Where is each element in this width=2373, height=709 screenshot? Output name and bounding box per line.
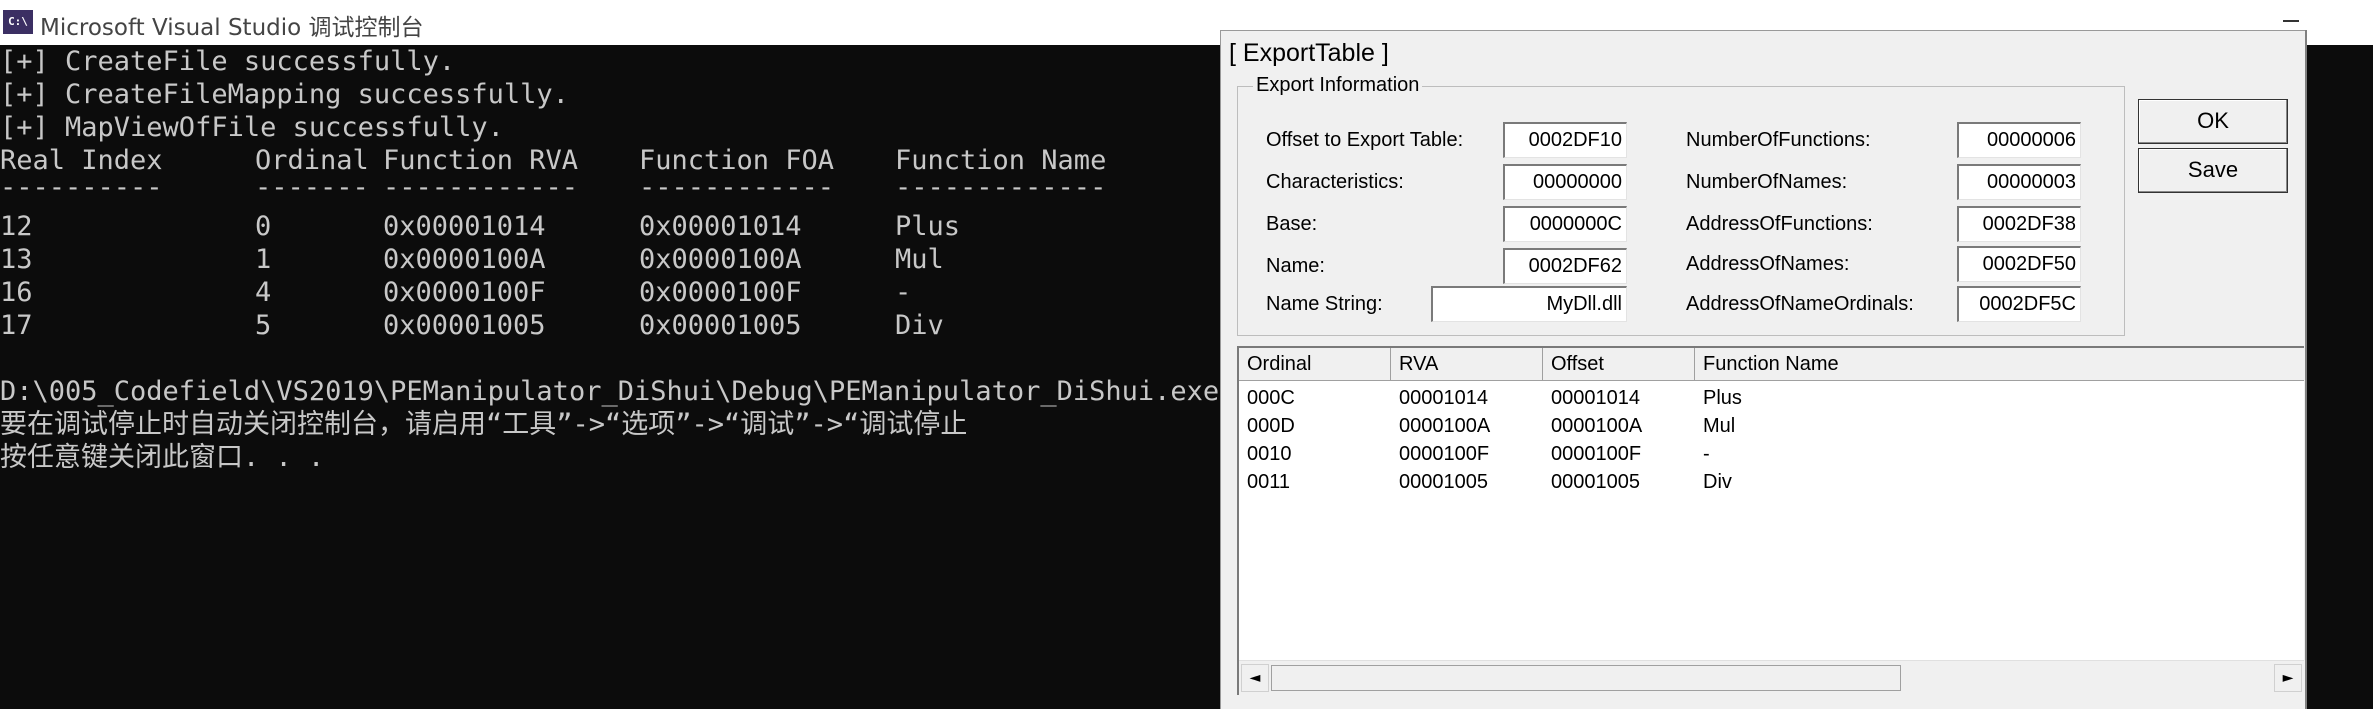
console-table-cell: 0 bbox=[255, 211, 272, 242]
console-table-cell: 0x00001014 bbox=[639, 211, 802, 242]
console-table-cell: 5 bbox=[255, 310, 272, 341]
list-cell: 000C bbox=[1247, 387, 1295, 409]
console-line: [+] CreateFile successfully. bbox=[0, 46, 456, 77]
console-table-cell: 0x00001005 bbox=[639, 310, 802, 341]
horizontal-scrollbar[interactable]: ◄ ► bbox=[1239, 660, 2304, 695]
console-table-cell: 1 bbox=[255, 244, 272, 275]
console-table-separator: ------------ bbox=[383, 172, 579, 203]
number-of-functions-label: NumberOfFunctions: bbox=[1686, 129, 1871, 151]
export-information-group: Export Information Offset to Export Tabl… bbox=[1237, 74, 2125, 336]
list-cell: 0000100A bbox=[1399, 415, 1491, 437]
console-table-cell: 12 bbox=[0, 211, 33, 242]
list-header: Ordinal RVA Offset Function Name bbox=[1239, 348, 2304, 381]
console-table-separator: ------- bbox=[255, 172, 369, 203]
group-label: Export Information bbox=[1253, 74, 1423, 97]
address-of-name-ordinals-field[interactable]: 0002DF5C bbox=[1957, 286, 2081, 322]
offset-to-export-table-field[interactable]: 0002DF10 bbox=[1503, 122, 1627, 158]
console-press-key: 按任意键关闭此窗口. . . bbox=[0, 442, 325, 473]
list-cell: 00001014 bbox=[1551, 387, 1640, 409]
console-table-cell: 17 bbox=[0, 310, 33, 341]
base-field[interactable]: 0000000C bbox=[1503, 206, 1627, 242]
console-table-cell: 0x0000100A bbox=[639, 244, 802, 275]
console-table-cell: 0x0000100A bbox=[383, 244, 546, 275]
console-table-cell: 0x00001005 bbox=[383, 310, 546, 341]
console-table-cell: 0x0000100F bbox=[383, 277, 546, 308]
console-table-cell: 0x0000100F bbox=[639, 277, 802, 308]
console-line: [+] CreateFileMapping successfully. bbox=[0, 79, 569, 110]
offset-to-export-table-label: Offset to Export Table: bbox=[1266, 129, 1464, 151]
scroll-left-icon[interactable]: ◄ bbox=[1241, 664, 1269, 692]
console-window-title: Microsoft Visual Studio 调试控制台 bbox=[40, 15, 424, 41]
dialog-right-border bbox=[2305, 30, 2307, 709]
list-cell: 00001005 bbox=[1399, 471, 1488, 493]
list-cell: 000D bbox=[1247, 415, 1295, 437]
dialog-title: [ ExportTable ] bbox=[1229, 39, 1389, 67]
ok-button[interactable]: OK bbox=[2138, 99, 2288, 144]
name-string-label: Name String: bbox=[1266, 293, 1383, 315]
save-button[interactable]: Save bbox=[2138, 148, 2288, 193]
list-cell: 0000100F bbox=[1399, 443, 1490, 465]
console-table-cell: Mul bbox=[895, 244, 944, 275]
console-auto-close-hint: 要在调试停止时自动关闭控制台，请启用“工具”->“选项”->“调试”->“调试停… bbox=[0, 409, 968, 440]
address-of-name-ordinals-label: AddressOfNameOrdinals: bbox=[1686, 293, 1914, 315]
scroll-thumb[interactable] bbox=[1271, 665, 1901, 691]
console-table-cell: 4 bbox=[255, 277, 272, 308]
address-of-functions-label: AddressOfFunctions: bbox=[1686, 213, 1873, 235]
column-header-function-name[interactable]: Function Name bbox=[1695, 348, 2304, 380]
column-header-ordinal[interactable]: Ordinal bbox=[1239, 348, 1391, 380]
column-header-offset[interactable]: Offset bbox=[1543, 348, 1695, 380]
list-cell: 0011 bbox=[1247, 471, 1291, 493]
console-table-cell: Plus bbox=[895, 211, 961, 242]
console-table-separator: ---------- bbox=[0, 172, 163, 203]
console-table-separator: ------------- bbox=[895, 172, 1107, 203]
characteristics-field[interactable]: 00000000 bbox=[1503, 164, 1627, 200]
name-label: Name: bbox=[1266, 255, 1325, 277]
name-string-field[interactable]: MyDll.dll bbox=[1431, 286, 1627, 322]
export-function-list[interactable]: Ordinal RVA Offset Function Name 000C 00… bbox=[1237, 346, 2304, 695]
list-cell: Plus bbox=[1703, 387, 1742, 409]
name-field[interactable]: 0002DF62 bbox=[1503, 248, 1627, 284]
characteristics-label: Characteristics: bbox=[1266, 171, 1404, 193]
number-of-names-field[interactable]: 00000003 bbox=[1957, 164, 2081, 200]
console-line: [+] MapViewOfFile successfully. bbox=[0, 112, 504, 143]
console-table-cell: - bbox=[895, 277, 912, 308]
console-table-separator: ------------ bbox=[639, 172, 835, 203]
console-exit-path: D:\005_Codefield\VS2019\PEManipulator_Di… bbox=[0, 376, 1220, 407]
list-cell: 0000100A bbox=[1551, 415, 1643, 437]
number-of-functions-field[interactable]: 00000006 bbox=[1957, 122, 2081, 158]
export-table-dialog: [ ExportTable ] Export Information Offse… bbox=[1220, 30, 2305, 709]
list-cell: - bbox=[1703, 443, 1710, 465]
list-cell: 0000100F bbox=[1551, 443, 1642, 465]
list-cell: 00001005 bbox=[1551, 471, 1640, 493]
address-of-names-field[interactable]: 0002DF50 bbox=[1957, 246, 2081, 282]
console-app-icon: C:\ bbox=[3, 10, 33, 34]
list-cell: Mul bbox=[1703, 415, 1736, 437]
address-of-names-label: AddressOfNames: bbox=[1686, 253, 1850, 275]
minimize-icon[interactable] bbox=[2283, 20, 2299, 22]
console-table-cell: 0x00001014 bbox=[383, 211, 546, 242]
column-header-rva[interactable]: RVA bbox=[1391, 348, 1543, 380]
console-table-cell: Div bbox=[895, 310, 944, 341]
base-label: Base: bbox=[1266, 213, 1318, 235]
console-table-cell: 13 bbox=[0, 244, 33, 275]
scroll-right-icon[interactable]: ► bbox=[2274, 664, 2302, 692]
list-cell: Div bbox=[1703, 471, 1732, 493]
address-of-functions-field[interactable]: 0002DF38 bbox=[1957, 206, 2081, 242]
console-table-cell: 16 bbox=[0, 277, 33, 308]
number-of-names-label: NumberOfNames: bbox=[1686, 171, 1848, 193]
list-cell: 0010 bbox=[1247, 443, 1292, 465]
list-cell: 00001014 bbox=[1399, 387, 1488, 409]
